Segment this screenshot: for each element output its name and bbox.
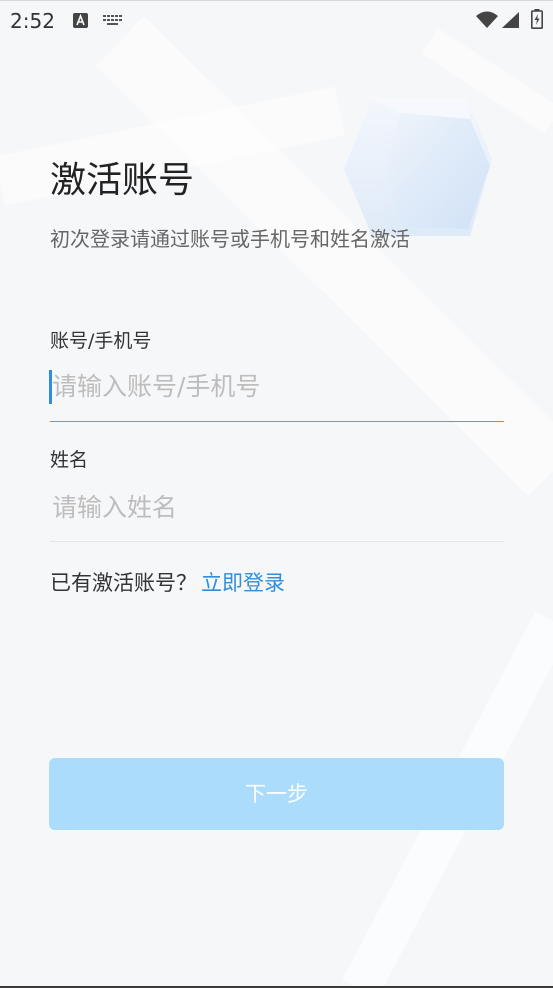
a-icon	[73, 13, 88, 28]
account-input[interactable]	[50, 367, 504, 407]
login-prompt-text: 已有激活账号？	[50, 571, 197, 595]
text-caret	[49, 370, 52, 404]
page-title: 激活账号	[50, 160, 195, 201]
signal-icon	[502, 12, 519, 28]
name-input-underline	[50, 541, 504, 542]
keyboard-icon	[103, 15, 122, 25]
account-input-underline	[50, 421, 504, 422]
status-time: 2:52	[10, 9, 55, 33]
battery-charging-icon	[531, 9, 543, 29]
login-now-link[interactable]: 立即登录	[201, 571, 285, 595]
login-prompt: 已有激活账号？ 立即登录	[50, 571, 285, 595]
next-step-button[interactable]: 下一步	[49, 758, 504, 830]
wifi-icon	[476, 11, 498, 28]
name-input[interactable]	[50, 488, 504, 528]
status-bar: 2:52	[0, 1, 553, 41]
activate-account-screen: 2:52 激活账号 初次登录请通过账号或手机号和姓名激活 账号/手机号 请输入账…	[0, 0, 553, 988]
page-subtitle: 初次登录请通过账号或手机号和姓名激活	[50, 227, 410, 251]
account-field-label: 账号/手机号	[50, 330, 152, 352]
name-field-label: 姓名	[50, 449, 89, 471]
hexagon-decoration	[344, 99, 492, 236]
